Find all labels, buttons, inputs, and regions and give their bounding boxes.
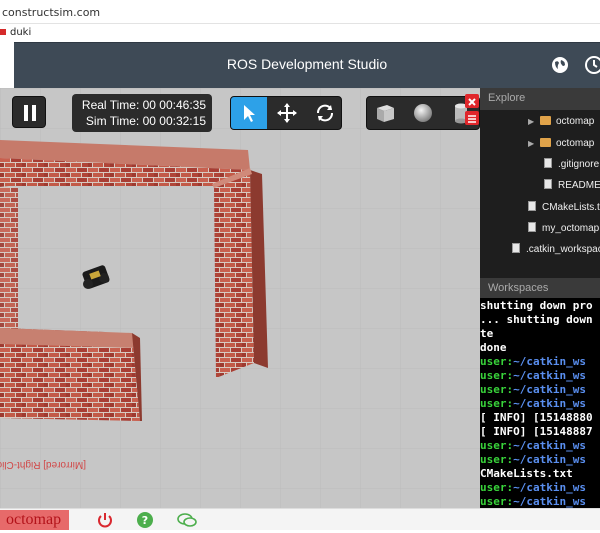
tree-item-file[interactable]: my_octomap [528,222,599,234]
file-icon [528,222,536,232]
simulation-scene: [Mirrored] Right-Click to reset [0,88,480,508]
svg-text:?: ? [142,514,148,527]
terminal-prompt-line: user:~/catkin_ws [480,495,586,508]
help-icon: ? [137,512,153,528]
tree-item-folder[interactable]: ▶ octomap [528,138,594,149]
mirrored-overlay-text: [Mirrored] Right-Click to reset [0,459,86,470]
file-icon [544,179,552,189]
folder-icon [540,138,551,147]
bookmark-link[interactable]: duki [10,27,31,38]
terminal-prompt-line: user:~/catkin_ws [480,481,586,494]
terminal-line: CMakeLists.txt [480,467,573,480]
terminal-line: ... shutting down [480,313,593,326]
file-icon [512,243,520,253]
terminal-line: [ INFO] [15148887 [480,425,593,438]
power-button[interactable] [96,511,114,529]
terminal-line: shutting down pro [480,299,593,312]
terminal-line: done [480,341,507,354]
rotate-tool-button[interactable] [307,97,343,129]
chat-button[interactable] [176,511,198,529]
globe-icon[interactable] [550,55,570,75]
tool-group [230,96,342,130]
folder-icon [540,116,551,125]
browser-url-bar[interactable]: constructsim.com [0,0,600,24]
translate-move-icon [277,103,297,123]
tree-item-folder[interactable]: ▶ octomap [528,116,594,127]
terminal-prompt-line: user:~/catkin_ws [480,453,586,466]
box-shape-icon [377,105,394,122]
tree-item-file[interactable]: README [544,179,600,191]
terminal-prompt-line: user:~/catkin_ws [480,397,586,410]
list-icon [468,115,476,123]
terminal-line: te [480,327,494,340]
time-display: Real Time: 00 00:46:35 Sim Time: 00 00:3… [72,94,212,132]
select-tool-button[interactable] [231,97,267,129]
bottom-toolbar: octomap ? [0,508,600,530]
simulation-viewport[interactable]: [Mirrored] Right-Click to reset Real Tim… [0,88,480,508]
file-icon [544,158,552,168]
clock-icon[interactable] [584,55,600,75]
chevron-right-icon[interactable]: ▶ [528,117,540,126]
close-icon [468,98,476,106]
tree-item-file[interactable]: CMakeLists.txt [528,201,600,213]
file-explorer-panel: Explore ▶ octomap ▶ octomap .gitignore REA… [480,88,600,278]
select-arrow-icon [244,105,255,122]
bookmarks-bar: duki [0,24,600,42]
sphere-shape-icon [414,104,432,122]
app-header: ROS Development Studio [14,42,600,88]
shape-group [366,96,480,130]
terminal-panel[interactable]: shutting down pro ... shutting down te d… [480,298,600,508]
close-panel-button[interactable] [465,94,479,108]
workspaces-header[interactable]: Workspaces [480,278,600,298]
translate-tool-button[interactable] [269,97,305,129]
bookmark-favicon [0,29,6,35]
chat-icon [177,513,197,527]
pause-icon [24,105,36,121]
app-title: ROS Development Studio [226,56,388,72]
rotate-icon [317,104,333,122]
tree-item-file[interactable]: .catkin_workspace [512,243,600,255]
chevron-right-icon[interactable]: ▶ [528,139,540,148]
real-time-label: Real Time: 00 00:46:35 [81,98,206,112]
list-panel-button[interactable] [465,111,479,125]
terminal-line: [ INFO] [15148880 [480,411,593,424]
terminal-prompt-line: user:~/catkin_ws [480,355,586,368]
explorer-header: Explore [480,88,600,110]
power-icon [98,513,112,528]
right-wall [214,170,254,378]
sphere-shape-button[interactable] [405,97,441,129]
file-icon [528,201,536,211]
help-button[interactable]: ? [136,511,154,529]
header-left-strip [0,42,14,88]
terminal-prompt-line: user:~/catkin_ws [480,439,586,452]
project-name-label[interactable]: octomap [0,510,70,530]
terminal-prompt-line: user:~/catkin_ws [480,369,586,382]
box-shape-button[interactable] [367,97,403,129]
terminal-prompt-line: user:~/catkin_ws [480,383,586,396]
tree-item-file[interactable]: .gitignore [544,158,599,170]
pause-button[interactable] [12,96,46,128]
url-text: constructsim.com [2,6,101,19]
sim-time-label: Sim Time: 00 00:32:15 [85,114,206,128]
